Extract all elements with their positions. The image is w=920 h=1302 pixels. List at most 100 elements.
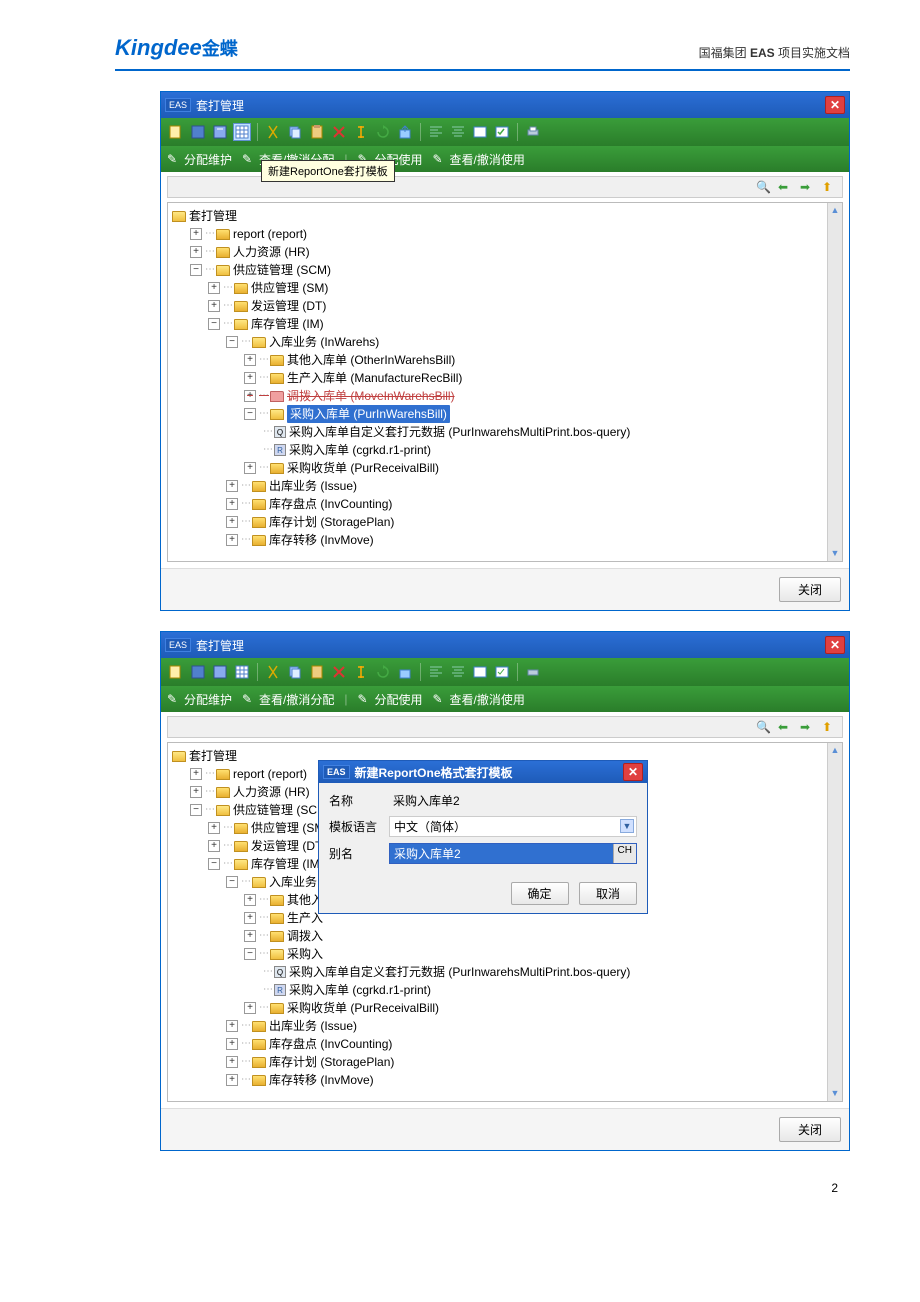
cut-icon[interactable]: [264, 663, 282, 681]
tree-root[interactable]: 套打管理: [172, 207, 823, 225]
save-as-icon[interactable]: [211, 123, 229, 141]
forward-icon[interactable]: ➡: [800, 720, 814, 734]
tree-node[interactable]: −⋯库存管理 (IM): [172, 315, 823, 333]
lang-dropdown[interactable]: 中文（简体） ▼: [389, 816, 637, 837]
paste-icon[interactable]: [308, 663, 326, 681]
tree-node[interactable]: +⋯发运管理 (DT): [172, 297, 823, 315]
close-icon[interactable]: ✕: [623, 763, 643, 781]
expand-icon[interactable]: +: [190, 246, 202, 258]
alias-input[interactable]: 采购入库单2 CH: [389, 843, 637, 864]
menu-assign-maintain[interactable]: ✎分配维护: [167, 151, 232, 168]
tree-node[interactable]: +⋯其他入库单 (OtherInWarehsBill): [172, 351, 823, 369]
expand-icon[interactable]: +: [208, 822, 220, 834]
back-icon[interactable]: ⬅: [778, 720, 792, 734]
tree-node[interactable]: +⋯库存计划 (StoragePlan): [172, 1053, 823, 1071]
tree-node[interactable]: +⋯库存转移 (InvMove): [172, 1071, 823, 1089]
delete-icon[interactable]: [330, 123, 348, 141]
rename-icon[interactable]: [352, 123, 370, 141]
copy-icon[interactable]: [286, 123, 304, 141]
save-icon[interactable]: [189, 663, 207, 681]
tree-leaf[interactable]: ⋯Q采购入库单自定义套打元数据 (PurInwarehsMultiPrint.b…: [172, 423, 823, 441]
print-icon[interactable]: [524, 123, 542, 141]
expand-icon[interactable]: +: [244, 1002, 256, 1014]
up-icon[interactable]: ⬆: [822, 180, 836, 194]
tree-node[interactable]: +⋯调拨入: [172, 927, 823, 945]
list-icon[interactable]: [471, 663, 489, 681]
tree-node[interactable]: +⋯库存盘点 (InvCounting): [172, 1035, 823, 1053]
rename-icon[interactable]: [352, 663, 370, 681]
scrollbar[interactable]: ▲ ▼: [827, 203, 842, 561]
list-icon[interactable]: [471, 123, 489, 141]
expand-icon[interactable]: +: [244, 894, 256, 906]
search-icon[interactable]: 🔍: [756, 720, 770, 734]
menu-view-revoke-assign[interactable]: ✎查看/撤消分配: [242, 691, 334, 708]
close-button[interactable]: 关闭: [779, 1117, 841, 1142]
check-icon[interactable]: [493, 663, 511, 681]
copy-icon[interactable]: [286, 663, 304, 681]
expand-icon[interactable]: +: [244, 912, 256, 924]
expand-icon[interactable]: +: [190, 228, 202, 240]
template-tree[interactable]: 套打管理 +⋯report (report) +⋯人力资源 (HR) −⋯供应链…: [168, 203, 827, 561]
expand-icon[interactable]: +: [208, 300, 220, 312]
tree-leaf[interactable]: ⋯R采购入库单 (cgrkd.r1-print): [172, 981, 823, 999]
paste-icon[interactable]: [308, 123, 326, 141]
tree-node[interactable]: +⋯库存盘点 (InvCounting): [172, 495, 823, 513]
lang-badge[interactable]: CH: [613, 844, 636, 863]
align-center-icon[interactable]: [449, 123, 467, 141]
close-button[interactable]: 关闭: [779, 577, 841, 602]
tree-node[interactable]: −⋯供应链管理 (SCM): [172, 261, 823, 279]
export-icon[interactable]: [396, 663, 414, 681]
scroll-down-icon[interactable]: ▼: [830, 1088, 841, 1099]
expand-icon[interactable]: +: [244, 372, 256, 384]
collapse-icon[interactable]: −: [244, 948, 256, 960]
expand-icon[interactable]: +: [226, 480, 238, 492]
delete-icon[interactable]: [330, 663, 348, 681]
tree-node[interactable]: +⋯采购收货单 (PurReceivalBill): [172, 999, 823, 1017]
expand-icon[interactable]: +: [190, 786, 202, 798]
expand-icon[interactable]: +: [244, 462, 256, 474]
close-icon[interactable]: ✕: [825, 636, 845, 654]
tree-node[interactable]: −⋯入库业务 (InWarehs): [172, 333, 823, 351]
expand-icon[interactable]: +: [208, 282, 220, 294]
expand-icon[interactable]: +: [244, 390, 256, 402]
save-icon[interactable]: [189, 123, 207, 141]
refresh-icon[interactable]: [374, 663, 392, 681]
expand-icon[interactable]: +: [226, 534, 238, 546]
tree-node[interactable]: +⋯采购收货单 (PurReceivalBill): [172, 459, 823, 477]
tree-leaf[interactable]: ⋯Q采购入库单自定义套打元数据 (PurInwarehsMultiPrint.b…: [172, 963, 823, 981]
back-icon[interactable]: ⬅: [778, 180, 792, 194]
tree-node[interactable]: +⋯report (report): [172, 225, 823, 243]
expand-icon[interactable]: +: [244, 354, 256, 366]
up-icon[interactable]: ⬆: [822, 720, 836, 734]
tree-node[interactable]: +⋯库存计划 (StoragePlan): [172, 513, 823, 531]
collapse-icon[interactable]: −: [190, 804, 202, 816]
tree-node[interactable]: +⋯供应管理 (SM): [172, 279, 823, 297]
menu-assign-use[interactable]: ✎分配使用: [357, 691, 422, 708]
expand-icon[interactable]: +: [226, 1074, 238, 1086]
new-icon[interactable]: [167, 663, 185, 681]
expand-icon[interactable]: +: [226, 1056, 238, 1068]
menu-assign-maintain[interactable]: ✎分配维护: [167, 691, 232, 708]
new-icon[interactable]: [167, 123, 185, 141]
collapse-icon[interactable]: −: [226, 876, 238, 888]
collapse-icon[interactable]: −: [208, 858, 220, 870]
tree-node[interactable]: +⋯出库业务 (Issue): [172, 1017, 823, 1035]
menu-view-revoke-use[interactable]: ✎查看/撤消使用: [433, 151, 525, 168]
dropdown-arrow-icon[interactable]: ▼: [620, 819, 634, 833]
scroll-up-icon[interactable]: ▲: [830, 205, 841, 216]
close-icon[interactable]: ✕: [825, 96, 845, 114]
cut-icon[interactable]: [264, 123, 282, 141]
align-center-icon[interactable]: [449, 663, 467, 681]
ok-button[interactable]: 确定: [511, 882, 569, 905]
expand-icon[interactable]: +: [226, 1038, 238, 1050]
align-left-icon[interactable]: [427, 123, 445, 141]
scrollbar[interactable]: ▲ ▼: [827, 743, 842, 1101]
refresh-icon[interactable]: [374, 123, 392, 141]
expand-icon[interactable]: +: [208, 840, 220, 852]
export-icon[interactable]: [396, 123, 414, 141]
collapse-icon[interactable]: −: [244, 408, 256, 420]
tree-node[interactable]: −⋯采购入: [172, 945, 823, 963]
collapse-icon[interactable]: −: [190, 264, 202, 276]
scroll-down-icon[interactable]: ▼: [830, 548, 841, 559]
collapse-icon[interactable]: −: [208, 318, 220, 330]
